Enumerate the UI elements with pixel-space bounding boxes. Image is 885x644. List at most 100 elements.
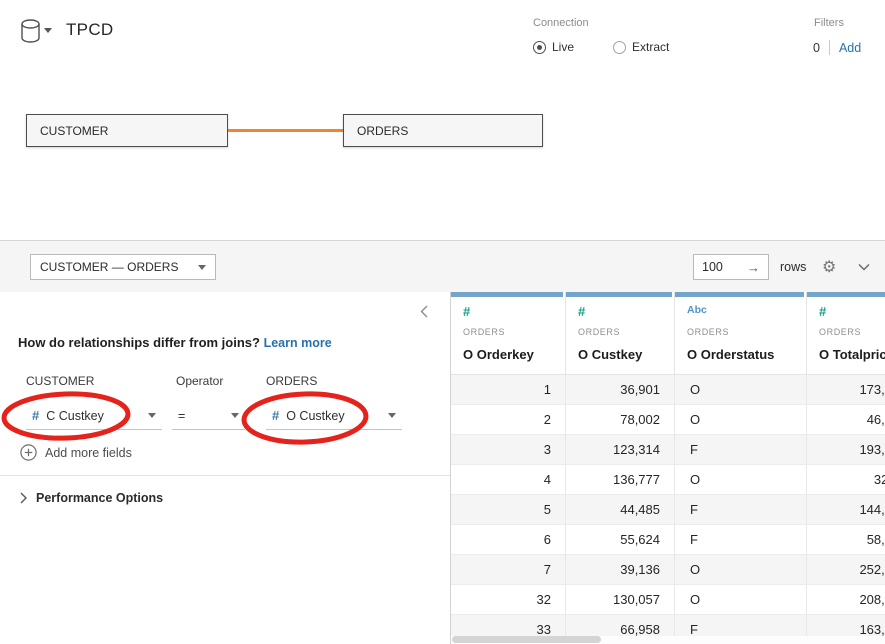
row-count-box: →	[693, 254, 769, 280]
filters-controls: 0 Add	[813, 40, 861, 55]
grid-cell: 36,901	[566, 375, 675, 405]
table-row: 544,485F144,6	[451, 495, 885, 525]
collapse-preview-chevron-icon[interactable]	[858, 263, 870, 271]
grid-cell: 2	[451, 405, 566, 435]
chevron-down-icon	[388, 413, 396, 418]
grid-cell: 144,6	[807, 495, 885, 525]
live-radio-icon[interactable]	[533, 41, 546, 54]
performance-options-toggle[interactable]: Performance Options	[20, 491, 163, 505]
string-type-icon: Abc	[687, 304, 707, 316]
collapse-pane-chevron-icon[interactable]	[420, 305, 428, 318]
grid-cell: 136,777	[566, 465, 675, 495]
column-field-name: O Totalprice	[819, 347, 885, 362]
grid-body: 136,901O173,6278,002O46,93123,314F193,84…	[451, 375, 885, 644]
extract-radio-label: Extract	[632, 40, 669, 54]
row-count-input[interactable]	[702, 260, 742, 274]
bottom-panel: CUSTOMER — ORDERS → rows ⚙ How do relati…	[0, 240, 885, 644]
column-table-name: ORDERS	[578, 327, 620, 337]
grid-header: # ORDERS O Orderkey# ORDERS O Custkey Abc ORDE…	[451, 292, 885, 375]
relationship-noodle[interactable]	[228, 129, 343, 132]
left-field-value: C Custkey	[46, 409, 104, 423]
column-table-name: ORDERS	[819, 327, 861, 337]
right-table-column-label: ORDERS	[266, 374, 317, 388]
grid-cell: O	[675, 405, 807, 435]
table-row: 655,624F58,7	[451, 525, 885, 555]
table-row: 32130,057O208,6	[451, 585, 885, 615]
column-accent-bar	[451, 292, 563, 297]
help-question: How do relationships differ from joins?	[18, 335, 260, 350]
apply-rows-arrow-icon[interactable]: →	[747, 260, 760, 275]
number-type-icon: #	[32, 408, 39, 423]
grid-cell: O	[675, 555, 807, 585]
left-field-dropdown[interactable]: # C Custkey	[26, 402, 162, 430]
scrollbar-thumb[interactable]	[452, 636, 601, 643]
column-field-name: O Custkey	[578, 347, 642, 362]
grid-cell: O	[675, 465, 807, 495]
horizontal-scrollbar[interactable]	[451, 636, 885, 644]
grid-cell: 193,8	[807, 435, 885, 465]
grid-cell: 46,9	[807, 405, 885, 435]
learn-more-link[interactable]: Learn more	[264, 336, 332, 350]
grid-cell: O	[675, 375, 807, 405]
column-table-name: ORDERS	[687, 327, 729, 337]
grid-cell: 7	[451, 555, 566, 585]
column-accent-bar	[807, 292, 885, 297]
canvas-table-orders[interactable]: ORDERS	[343, 114, 543, 147]
grid-cell: 130,057	[566, 585, 675, 615]
column-header[interactable]: #ORDERSO Totalprice	[807, 292, 885, 375]
grid-cell: 252,0	[807, 555, 885, 585]
radio-live[interactable]: Live	[533, 40, 574, 54]
grid-cell: F	[675, 435, 807, 465]
extract-radio-icon[interactable]	[613, 41, 626, 54]
grid-cell: 32,	[807, 465, 885, 495]
column-header[interactable]: # ORDERS O Orderkey	[451, 292, 566, 375]
right-field-dropdown[interactable]: # O Custkey	[266, 402, 402, 430]
chevron-down-icon	[231, 413, 239, 418]
database-icon[interactable]	[20, 19, 41, 43]
grid-cell: 44,485	[566, 495, 675, 525]
preview-toolbar: CUSTOMER — ORDERS → rows ⚙	[0, 241, 885, 292]
table-row: 136,901O173,6	[451, 375, 885, 405]
left-table-column-label: CUSTOMER	[26, 374, 94, 388]
grid-cell: F	[675, 525, 807, 555]
datasource-title[interactable]: TPCD	[66, 20, 113, 40]
chevron-down-icon	[198, 265, 206, 270]
relationship-selector-label: CUSTOMER — ORDERS	[40, 260, 178, 274]
connection-label: Connection	[533, 17, 589, 29]
operator-dropdown[interactable]: =	[172, 402, 245, 430]
grid-cell: 208,6	[807, 585, 885, 615]
gear-icon[interactable]: ⚙	[822, 257, 836, 277]
add-more-fields-button[interactable]: Add more fields	[20, 444, 132, 461]
canvas-table-customer[interactable]: CUSTOMER	[26, 114, 228, 147]
relationship-editor-pane: How do relationships differ from joins? …	[0, 292, 451, 644]
grid-cell: 78,002	[566, 405, 675, 435]
grid-cell: 4	[451, 465, 566, 495]
grid-cell: F	[675, 495, 807, 525]
grid-cell: 5	[451, 495, 566, 525]
grid-cell: O	[675, 585, 807, 615]
relationship-help-text: How do relationships differ from joins? …	[18, 335, 332, 350]
filters-add-link[interactable]: Add	[839, 41, 861, 55]
column-accent-bar	[675, 292, 804, 297]
operator-column-label: Operator	[176, 374, 223, 388]
database-menu-caret-icon[interactable]	[44, 28, 52, 33]
grid-cell: 3	[451, 435, 566, 465]
radio-extract[interactable]: Extract	[613, 40, 669, 54]
table-row: 3123,314F193,8	[451, 435, 885, 465]
chevron-right-icon	[20, 492, 27, 504]
number-type-icon: #	[463, 304, 470, 319]
column-header[interactable]: Abc ORDERS O Orderstatus	[675, 292, 807, 375]
grid-cell: 58,7	[807, 525, 885, 555]
performance-options-label: Performance Options	[36, 491, 163, 505]
column-field-name: O Orderkey	[463, 347, 534, 362]
column-field-name: O Orderstatus	[687, 347, 774, 362]
table-row: 278,002O46,9	[451, 405, 885, 435]
operator-value: =	[178, 409, 185, 423]
customer-table-label: CUSTOMER	[40, 124, 108, 138]
column-header[interactable]: #ORDERSO Custkey	[566, 292, 675, 375]
column-table-name: ORDERS	[463, 327, 505, 337]
orders-table-label: ORDERS	[357, 124, 408, 138]
filters-divider	[829, 40, 830, 55]
grid-cell: 123,314	[566, 435, 675, 465]
relationship-selector-dropdown[interactable]: CUSTOMER — ORDERS	[30, 254, 216, 280]
